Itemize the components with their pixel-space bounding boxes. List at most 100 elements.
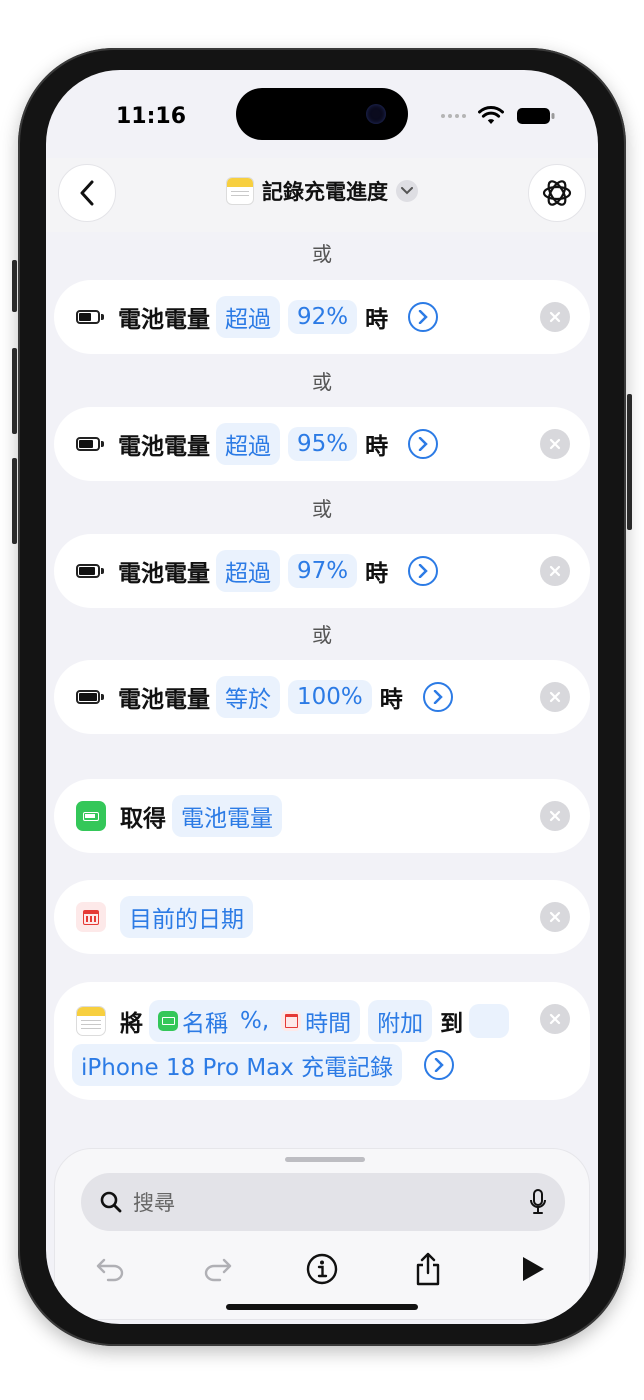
current-date-chip[interactable]: 目前的日期 bbox=[120, 896, 253, 938]
calendar-variable-icon bbox=[281, 1011, 302, 1031]
close-icon bbox=[549, 565, 561, 577]
phone-frame: 11:16 記錄充電進度 或 電池電量 超過 92% 時 或 電池電量 超過 9… bbox=[12, 48, 632, 1346]
append-line: 將 名稱 %, 時間 附加 到 bbox=[76, 1000, 517, 1042]
flower-icon bbox=[542, 180, 572, 206]
close-icon bbox=[549, 311, 561, 323]
chevron-right-icon[interactable] bbox=[424, 1050, 455, 1080]
toolbar bbox=[91, 1249, 553, 1289]
condition-row[interactable]: 電池電量 等於 100% 時 bbox=[54, 660, 590, 734]
current-date-action[interactable]: 目前的日期 bbox=[54, 880, 590, 954]
remove-button[interactable] bbox=[540, 682, 570, 712]
get-battery-action[interactable]: 取得 電池電量 bbox=[54, 779, 590, 853]
chevron-right-icon[interactable] bbox=[422, 682, 453, 712]
signal-icon bbox=[441, 114, 466, 118]
search-placeholder: 搜尋 bbox=[133, 1191, 175, 1215]
close-icon bbox=[549, 691, 561, 703]
ai-settings-button[interactable] bbox=[528, 164, 586, 222]
volume-down-button bbox=[12, 458, 17, 544]
operator-chip[interactable]: 超過 bbox=[216, 550, 280, 592]
play-icon bbox=[523, 1257, 544, 1281]
battery-status-icon bbox=[517, 108, 555, 124]
dynamic-island bbox=[236, 88, 408, 140]
camera-icon bbox=[366, 104, 386, 124]
condition-subject: 電池電量 bbox=[118, 307, 210, 333]
value-chip[interactable]: 97% bbox=[288, 554, 358, 588]
chevron-right-icon[interactable] bbox=[408, 429, 439, 459]
close-icon bbox=[549, 438, 561, 450]
or-separator: 或 bbox=[312, 242, 332, 266]
to-label: 到 bbox=[440, 1011, 464, 1037]
run-button[interactable] bbox=[513, 1249, 553, 1289]
battery-icon bbox=[76, 310, 104, 324]
operator-chip[interactable]: 超過 bbox=[216, 423, 280, 465]
remove-button[interactable] bbox=[540, 1004, 570, 1034]
condition-row[interactable]: 電池電量 超過 97% 時 bbox=[54, 534, 590, 608]
sheet-grabber[interactable] bbox=[285, 1157, 365, 1162]
nav-bar: 記錄充電進度 bbox=[46, 158, 598, 232]
append-line: iPhone 18 Pro Max 充電記錄 bbox=[72, 1044, 455, 1086]
condition-subject: 電池電量 bbox=[118, 561, 210, 587]
home-indicator[interactable] bbox=[226, 1304, 418, 1310]
undo-icon bbox=[96, 1258, 124, 1282]
or-separator: 或 bbox=[312, 497, 332, 521]
redo-button[interactable] bbox=[197, 1249, 237, 1289]
info-icon bbox=[306, 1253, 338, 1285]
condition-row[interactable]: 電池電量 超過 95% 時 bbox=[54, 407, 590, 481]
remove-button[interactable] bbox=[540, 902, 570, 932]
action-verb: 將 bbox=[120, 1011, 143, 1037]
condition-suffix: 時 bbox=[365, 307, 389, 333]
text-variable-chip[interactable]: 名稱 %, 時間 bbox=[149, 1000, 361, 1042]
chevron-down-icon bbox=[396, 180, 418, 202]
name-variable: 名稱 bbox=[182, 1011, 228, 1037]
value-chip[interactable]: 95% bbox=[288, 427, 358, 461]
remove-button[interactable] bbox=[540, 429, 570, 459]
wifi-icon bbox=[478, 106, 504, 124]
calendar-icon bbox=[76, 902, 106, 932]
action-button bbox=[12, 260, 17, 312]
undo-button[interactable] bbox=[91, 1249, 131, 1289]
chevron-right-icon[interactable] bbox=[408, 556, 439, 586]
status-time: 11:16 bbox=[116, 104, 187, 129]
notes-app-icon bbox=[226, 177, 254, 205]
append-mode-chip[interactable]: 附加 bbox=[368, 1000, 433, 1042]
power-button bbox=[627, 394, 632, 530]
percent-text: %, bbox=[240, 1008, 270, 1034]
condition-suffix: 時 bbox=[365, 434, 389, 460]
redo-icon bbox=[204, 1258, 231, 1282]
remove-button[interactable] bbox=[540, 801, 570, 831]
operator-chip[interactable]: 超過 bbox=[216, 296, 280, 338]
or-separator: 或 bbox=[312, 623, 332, 647]
remove-button[interactable] bbox=[540, 302, 570, 332]
value-chip[interactable]: 100% bbox=[288, 680, 372, 714]
battery-variable-icon bbox=[158, 1011, 178, 1031]
operator-chip[interactable]: 等於 bbox=[216, 676, 280, 718]
remove-button[interactable] bbox=[540, 556, 570, 586]
info-button[interactable] bbox=[302, 1249, 342, 1289]
search-field[interactable]: 搜尋 bbox=[81, 1173, 565, 1231]
battery-level-chip[interactable]: 電池電量 bbox=[172, 795, 282, 837]
condition-row[interactable]: 電池電量 超過 92% 時 bbox=[54, 280, 590, 354]
action-verb: 取得 bbox=[120, 806, 166, 832]
battery-icon bbox=[76, 437, 104, 451]
empty-chip[interactable] bbox=[469, 1004, 510, 1038]
share-icon bbox=[416, 1252, 439, 1286]
condition-subject: 電池電量 bbox=[118, 434, 210, 460]
battery-icon bbox=[76, 564, 104, 578]
share-button[interactable] bbox=[408, 1249, 448, 1289]
close-icon bbox=[549, 1013, 561, 1025]
chevron-right-icon[interactable] bbox=[408, 302, 439, 332]
page-title: 記錄充電進度 bbox=[262, 180, 388, 204]
target-note-chip[interactable]: iPhone 18 Pro Max 充電記錄 bbox=[72, 1044, 403, 1086]
append-note-action[interactable]: 將 名稱 %, 時間 附加 到 iPhone 18 Pro Max 充電記錄 bbox=[54, 982, 590, 1100]
condition-suffix: 時 bbox=[379, 687, 403, 713]
condition-subject: 電池電量 bbox=[118, 687, 210, 713]
condition-suffix: 時 bbox=[365, 561, 389, 587]
volume-up-button bbox=[12, 348, 17, 434]
microphone-icon[interactable] bbox=[529, 1189, 547, 1215]
notes-app-icon bbox=[76, 1006, 106, 1036]
close-icon bbox=[549, 810, 561, 822]
bottom-panel: 搜尋 bbox=[54, 1148, 590, 1320]
value-chip[interactable]: 92% bbox=[288, 300, 358, 334]
status-icons bbox=[441, 106, 556, 126]
shortcut-title[interactable]: 記錄充電進度 bbox=[46, 176, 598, 206]
